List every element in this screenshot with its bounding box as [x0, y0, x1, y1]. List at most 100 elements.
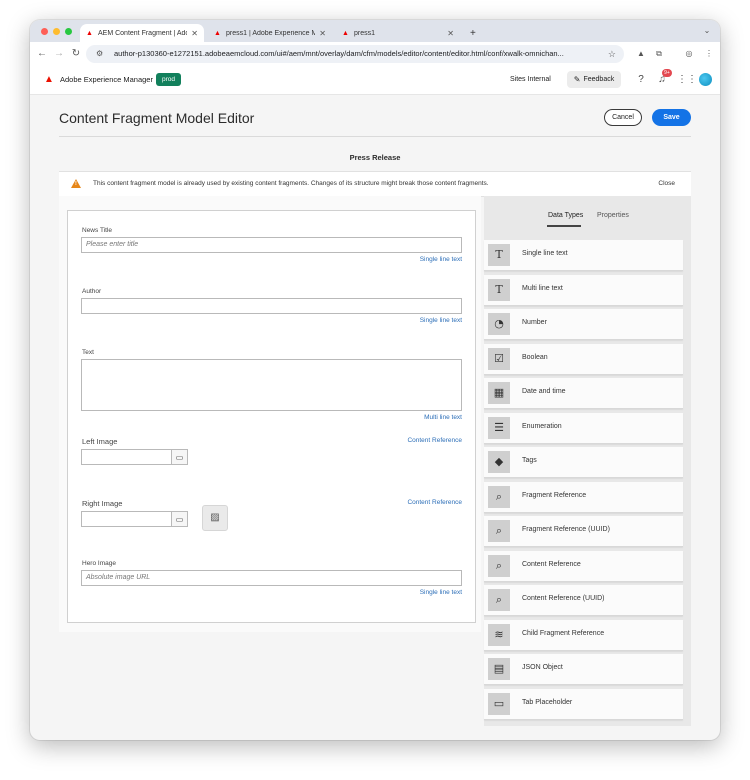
field-label-hero-image: Hero Image: [82, 560, 116, 567]
browser-tab-press1-aem[interactable]: ▲ press1 | Adobe Experience Ma ✕: [208, 24, 332, 42]
close-tab-icon[interactable]: ✕: [447, 29, 454, 38]
data-type-tags[interactable]: ◆ Tags: [484, 447, 683, 478]
field-type-left-image: Content Reference: [407, 437, 462, 444]
forward-arrow-icon[interactable]: →: [52, 46, 66, 62]
sidebar-tabs: Data Types Properties: [484, 212, 691, 224]
warning-text: This content fragment model is already u…: [93, 180, 489, 187]
cancel-button[interactable]: Cancel: [604, 109, 642, 126]
model-fields-area[interactable]: News Title Please enter title Single lin…: [67, 210, 476, 623]
data-type-label: Enumeration: [522, 423, 562, 430]
browser-tab-aem-editor[interactable]: ▲ AEM Content Fragment | Adobe ✕: [80, 24, 204, 42]
data-type-date-and-time[interactable]: ▦ Date and time: [484, 378, 683, 409]
profile-icon[interactable]: ◎: [682, 46, 696, 62]
notifications-badge: 9+: [662, 69, 672, 77]
folder-search-icon: ⌕: [488, 555, 510, 577]
adobe-icon: ▲: [86, 29, 93, 37]
save-button[interactable]: Save: [652, 109, 691, 126]
site-settings-icon[interactable]: ⚙: [96, 45, 103, 63]
aem-header: ▲ Adobe Experience Manager prod Sites In…: [30, 66, 720, 95]
org-switcher[interactable]: Sites Internal: [510, 74, 551, 85]
folder-search-icon: ⌕: [488, 486, 510, 508]
title-divider: [59, 136, 691, 137]
field-text-textarea[interactable]: [81, 359, 462, 411]
data-type-fragment-reference[interactable]: ⌕ Fragment Reference: [484, 482, 683, 513]
data-type-number[interactable]: ◔ Number: [484, 309, 683, 340]
page-title: Content Fragment Model Editor: [59, 110, 255, 126]
data-type-tab-placeholder[interactable]: ▭ Tab Placeholder: [484, 689, 683, 720]
app-switcher-grid-icon[interactable]: ⋮⋮: [677, 73, 697, 87]
feedback-button[interactable]: ✎ Feedback: [567, 71, 621, 88]
field-label-right-image: Right Image: [82, 499, 123, 508]
alert-triangle-icon: !: [71, 179, 81, 188]
adobe-icon: ▲: [214, 29, 221, 37]
user-avatar[interactable]: [699, 73, 712, 86]
url-bar[interactable]: ⚙ author-p130360-e1272151.adobeaemcloud.…: [86, 45, 624, 63]
list-icon: ☰: [488, 417, 510, 439]
feedback-label: Feedback: [583, 76, 615, 83]
new-tab-button[interactable]: +: [464, 24, 482, 42]
back-arrow-icon[interactable]: ←: [35, 46, 49, 62]
data-type-label: Boolean: [522, 354, 548, 361]
adobe-icon: ▲: [342, 29, 349, 37]
data-type-fragment-reference-uuid[interactable]: ⌕ Fragment Reference (UUID): [484, 516, 683, 547]
adobe-logo-icon[interactable]: ▲: [44, 74, 55, 85]
data-type-content-reference[interactable]: ⌕ Content Reference: [484, 551, 683, 582]
tab-properties[interactable]: Properties: [597, 212, 629, 219]
folder-search-icon: ⌕: [488, 520, 510, 542]
field-label-news-title: News Title: [82, 227, 112, 234]
browser-tab-press1[interactable]: ▲ press1 ✕: [336, 24, 460, 42]
data-type-single-line-text[interactable]: T Single line text: [484, 240, 683, 271]
data-type-boolean[interactable]: ☑ Boolean: [484, 344, 683, 375]
tab-label: AEM Content Fragment | Adobe: [98, 29, 188, 37]
field-hero-image-input[interactable]: Absolute image URL: [81, 570, 462, 586]
extensions-puzzle-icon[interactable]: ⧉: [652, 46, 666, 62]
help-icon[interactable]: ?: [634, 73, 648, 87]
url-text: author-p130360-e1272151.adobeaemcloud.co…: [114, 49, 564, 58]
data-type-label: Number: [522, 319, 547, 326]
data-type-enumeration[interactable]: ☰ Enumeration: [484, 413, 683, 444]
data-type-content-reference-uuid[interactable]: ⌕ Content Reference (UUID): [484, 585, 683, 616]
close-window-button[interactable]: [41, 28, 48, 35]
field-type-news-title: Single line text: [419, 256, 462, 263]
bookmark-star-icon[interactable]: ☆: [608, 45, 616, 63]
field-author-input[interactable]: [81, 298, 462, 314]
app-name[interactable]: Adobe Experience Manager: [60, 74, 153, 85]
checkbox-icon: ☑: [488, 348, 510, 370]
data-type-label: Single line text: [522, 250, 568, 257]
data-type-label: Fragment Reference (UUID): [522, 526, 610, 533]
tab-search-chevron-icon[interactable]: ⌄: [700, 23, 714, 39]
maximize-window-button[interactable]: [65, 28, 72, 35]
reload-icon[interactable]: ↻: [69, 46, 83, 62]
browser-menu-icon[interactable]: ⋮: [702, 46, 716, 62]
data-type-json-object[interactable]: ▤ JSON Object: [484, 654, 683, 685]
data-type-label: Content Reference (UUID): [522, 595, 605, 602]
field-label-left-image: Left Image: [82, 437, 118, 446]
field-left-image-input[interactable]: [81, 449, 172, 465]
browser-toolbar: ← → ↻ ⚙ author-p130360-e1272151.adobeaem…: [30, 42, 720, 67]
warning-close-button[interactable]: Close: [658, 180, 675, 187]
model-name: Press Release: [349, 153, 401, 162]
adobe-extension-icon[interactable]: ▲: [634, 46, 648, 62]
field-news-title-input[interactable]: Please enter title: [81, 237, 462, 253]
environment-badge: prod: [156, 73, 182, 86]
tag-icon: ◆: [488, 451, 510, 473]
data-type-child-fragment-reference[interactable]: ≋ Child Fragment Reference: [484, 620, 683, 651]
text-icon: T: [488, 279, 510, 301]
data-type-multi-line-text[interactable]: T Multi line text: [484, 275, 683, 306]
folder-icon[interactable]: ▭: [172, 449, 188, 465]
data-types-sidebar: Data Types Properties T Single line text…: [484, 196, 691, 726]
tab-data-types[interactable]: Data Types: [548, 212, 583, 219]
data-type-label: Tab Placeholder: [522, 699, 573, 706]
minimize-window-button[interactable]: [53, 28, 60, 35]
field-type-right-image: Content Reference: [407, 499, 462, 506]
field-label-text: Text: [82, 349, 94, 356]
data-type-label: Date and time: [522, 388, 566, 395]
folder-icon[interactable]: ▭: [172, 511, 188, 527]
gauge-icon: ◔: [488, 313, 510, 335]
close-tab-icon[interactable]: ✕: [319, 29, 326, 38]
close-tab-icon[interactable]: ✕: [191, 29, 198, 38]
data-type-label: Content Reference: [522, 561, 581, 568]
image-preview-icon[interactable]: ▨: [202, 505, 228, 531]
field-right-image-input[interactable]: [81, 511, 172, 527]
news-title-placeholder: Please enter title: [86, 241, 139, 248]
